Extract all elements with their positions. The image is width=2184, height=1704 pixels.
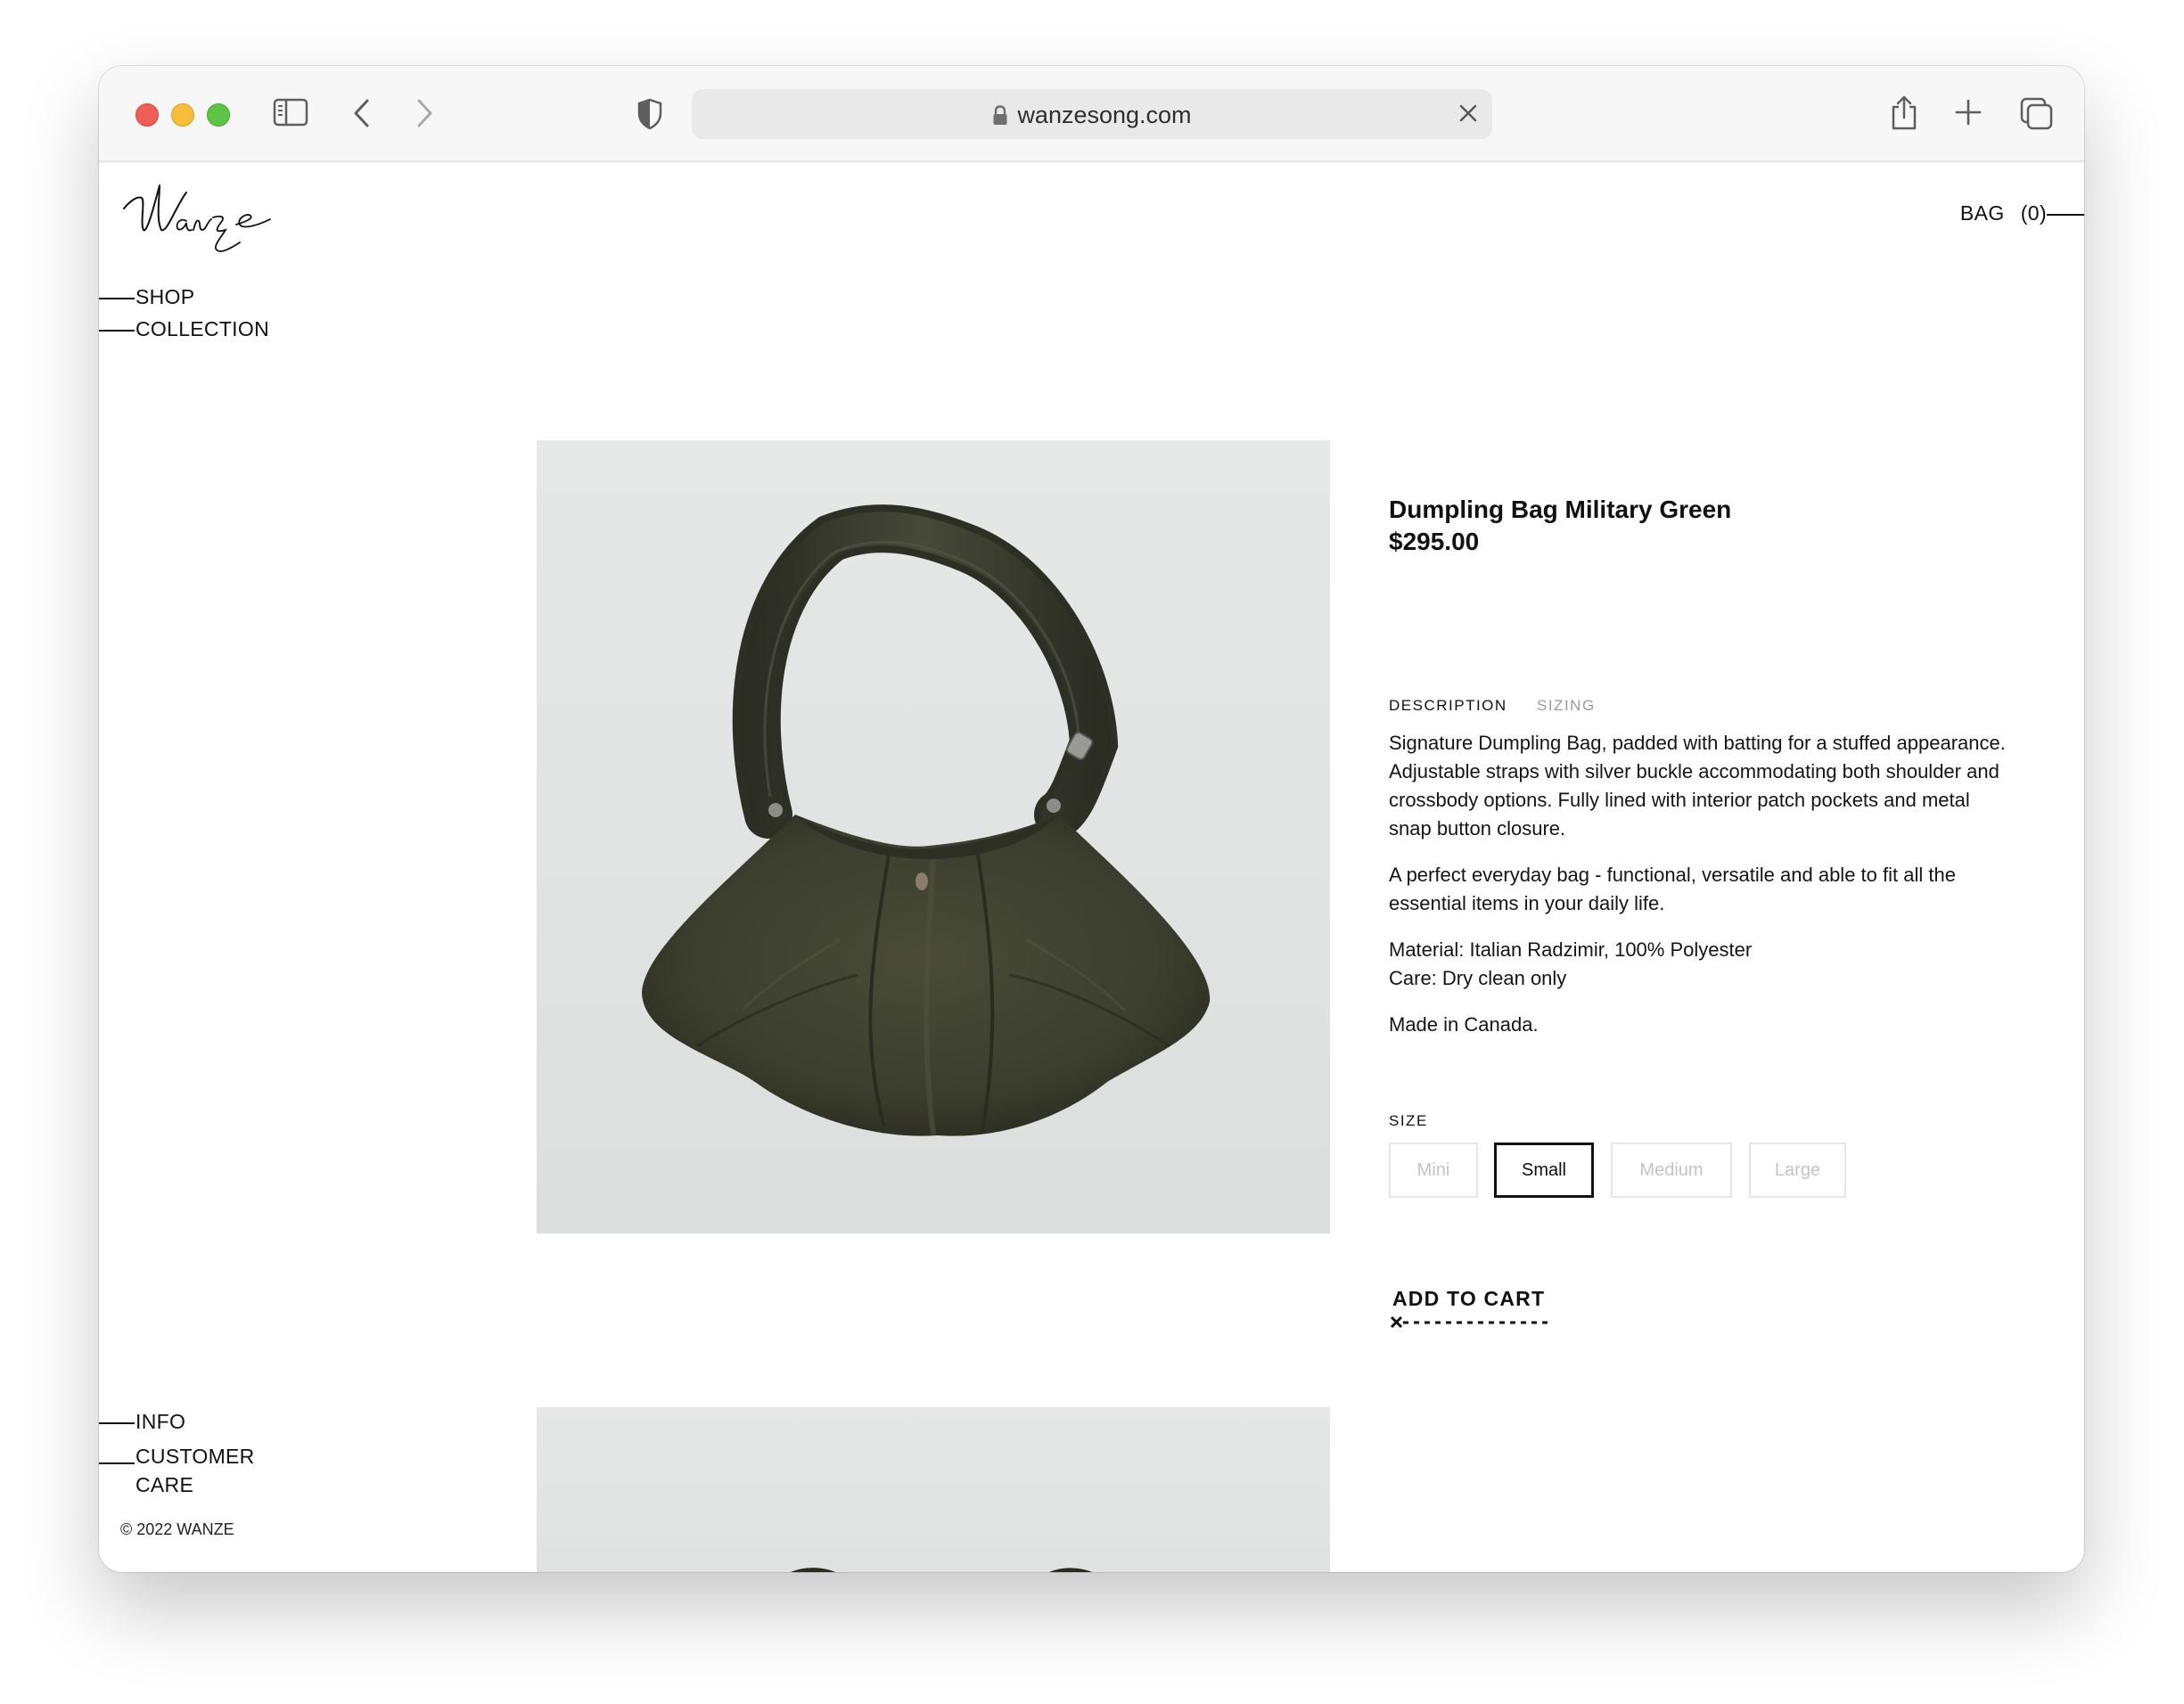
product-description: Signature Dumpling Bag, padded with batt… — [1389, 729, 2013, 1057]
care-line: Care: Dry clean only — [1389, 967, 1567, 989]
url-text: wanzesong.com — [1017, 102, 1192, 128]
dumpling-bag-detail-image — [791, 1568, 1092, 1572]
add-to-cart-underline — [1389, 1314, 1555, 1338]
bag-link[interactable]: BAG (0) — [1960, 201, 2047, 225]
bag-label: BAG — [1959, 201, 2005, 225]
nav-customer-care-line2: CARE — [135, 1473, 194, 1496]
product-title: Dumpling Bag Military Green — [1389, 496, 1732, 523]
nav-collection-line — [99, 330, 135, 332]
maximize-window-button[interactable] — [207, 103, 230, 127]
nav-shop[interactable]: SHOP — [135, 285, 194, 309]
nav-info[interactable]: INFO — [135, 1410, 185, 1434]
lock-icon — [993, 104, 1007, 125]
tab-description[interactable]: DESCRIPTION — [1389, 697, 1507, 715]
product-image[interactable] — [537, 440, 1330, 1233]
origin-line: Made in Canada. — [1389, 1013, 1539, 1036]
page-content: SHOP COLLECTION BAG (0) INFO CUSTOMER CA… — [99, 162, 2084, 1572]
nav-collection[interactable]: COLLECTION — [135, 317, 269, 341]
new-tab-icon[interactable] — [1954, 98, 1983, 127]
back-icon[interactable] — [351, 98, 373, 128]
minimize-window-button[interactable] — [171, 103, 194, 127]
nav-info-line — [99, 1422, 135, 1424]
share-icon[interactable] — [1888, 94, 1920, 132]
site-logo[interactable] — [120, 180, 308, 263]
nav-shop-line — [99, 298, 135, 299]
tab-sizing[interactable]: SIZING — [1537, 697, 1596, 715]
nav-customer-care-line1: CUSTOMER — [135, 1445, 255, 1468]
material-line: Material: Italian Radzimir, 100% Polyest… — [1389, 938, 1753, 961]
tab-overview-icon[interactable] — [2018, 95, 2054, 131]
bag-count: (0) — [2020, 201, 2047, 225]
privacy-shield-icon[interactable] — [636, 98, 663, 130]
close-window-button[interactable] — [135, 103, 159, 127]
browser-toolbar: wanzesong.com — [99, 66, 2084, 162]
nav-customer-care[interactable]: CUSTOMER CARE — [135, 1442, 255, 1499]
size-option-large[interactable]: Large — [1749, 1143, 1846, 1198]
product-price: $295.00 — [1389, 528, 1480, 555]
description-paragraph: A perfect everyday bag - functional, ver… — [1389, 864, 1956, 914]
sidebar-toggle-icon[interactable] — [273, 98, 308, 127]
clear-url-icon[interactable] — [1457, 102, 1480, 129]
add-to-cart-button[interactable]: ADD TO CART — [1392, 1287, 1545, 1311]
forward-icon[interactable] — [414, 98, 435, 128]
size-option-mini[interactable]: Mini — [1389, 1143, 1478, 1198]
size-option-small[interactable]: Small — [1494, 1143, 1594, 1198]
nav-customer-care-line — [99, 1462, 135, 1464]
address-bar[interactable]: wanzesong.com — [692, 89, 1492, 139]
size-option-medium[interactable]: Medium — [1611, 1143, 1732, 1198]
bag-line — [2047, 214, 2084, 216]
browser-window: wanzesong.com SHOP COLLECTION BAG (0) IN… — [99, 66, 2084, 1572]
size-label: SIZE — [1389, 1112, 1428, 1129]
copyright: © 2022 WANZE — [120, 1520, 234, 1538]
description-paragraph: Signature Dumpling Bag, padded with batt… — [1389, 732, 2006, 840]
product-image-secondary[interactable] — [537, 1407, 1330, 1572]
dumpling-bag-image — [642, 504, 1211, 1136]
